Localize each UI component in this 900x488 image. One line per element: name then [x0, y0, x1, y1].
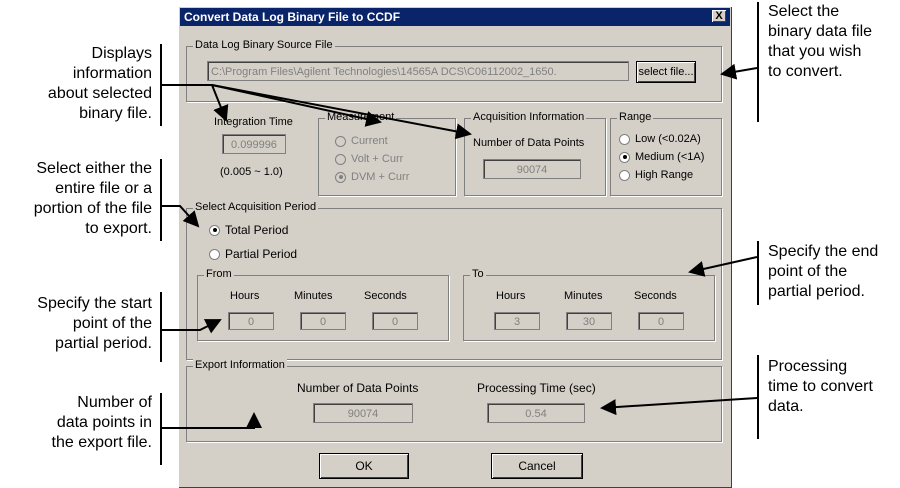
leader-line-num-points [160, 412, 262, 429]
leader-line-select-period [160, 205, 200, 228]
leader-line-displays [160, 84, 229, 122]
leader-line-displays-acquisition [211, 84, 472, 140]
leader-lines [160, 63, 758, 429]
leader-line-start-point [160, 319, 222, 334]
leader-line-select-file [720, 63, 758, 80]
leader-line-end-point [688, 256, 758, 277]
leader-line-processing [600, 397, 758, 416]
